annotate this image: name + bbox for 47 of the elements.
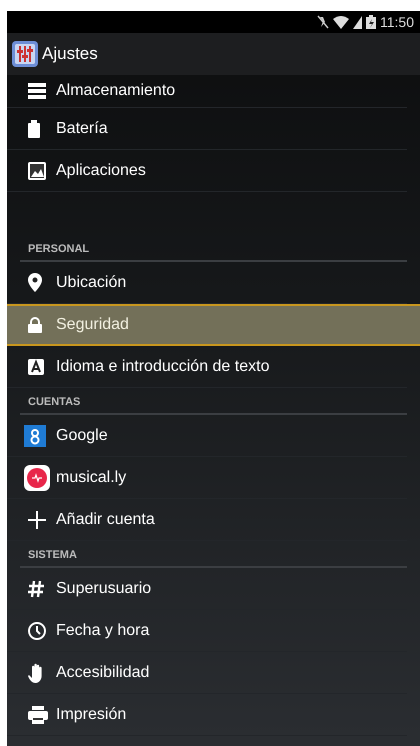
settings-item[interactable]: Añadir cuenta [7,499,407,541]
settings-item[interactable]: Almacenamiento [7,75,407,108]
battery-icon [366,15,376,29]
item-label: Ubicación [56,274,126,292]
status-time: 11:50 [380,14,414,30]
settings-item[interactable]: Batería [7,108,407,150]
item-label: Idioma e introducción de texto [56,358,270,376]
section-header: SISTEMA [28,549,77,561]
section-header: CUENTAS [28,396,80,408]
account-tile-icon [24,424,46,446]
music-app-icon [24,464,50,490]
item-label: Accesibilidad [56,664,150,682]
settings-item[interactable]: Seguridad [7,304,420,346]
item-label: Batería [56,120,108,138]
settings-item[interactable]: Google [7,415,407,457]
item-label: Superusuario [56,580,152,598]
settings-item[interactable]: Accesibilidad [7,652,407,694]
item-label: Google [56,426,108,444]
lock-icon [28,317,42,333]
section-header: PERSONAL [28,243,90,255]
location-pin-icon [28,273,42,292]
settings-item[interactable]: Aplicaciones [7,150,407,192]
item-label: Aplicaciones [56,162,146,180]
item-label: Impresión [56,706,126,724]
item-label: musical.ly [56,468,126,486]
storage-icon [28,83,46,99]
app-title: Ajustes [42,44,98,64]
settings-item[interactable]: musical.ly [7,457,407,499]
hash-icon [28,580,44,598]
settings-item[interactable]: Impresión [7,694,407,736]
printer-icon [28,706,48,724]
plus-icon [28,510,46,528]
item-label: Seguridad [56,316,129,334]
letter-tile-icon [28,358,44,374]
settings-item[interactable]: Idioma e introducción de texto [7,346,407,388]
item-label: Almacenamiento [56,82,176,100]
settings-app-icon[interactable] [12,41,38,67]
settings-item[interactable]: Fecha y hora [7,610,407,652]
muted-icon [317,15,329,29]
item-label: Añadir cuenta [56,510,155,528]
clock-icon [28,622,46,640]
item-label: Fecha y hora [56,622,150,640]
battery-icon [28,120,40,138]
picture-frame-icon [28,162,46,180]
wifi-icon [333,16,349,28]
settings-item[interactable]: Superusuario [7,568,407,610]
signal-icon [353,16,362,28]
